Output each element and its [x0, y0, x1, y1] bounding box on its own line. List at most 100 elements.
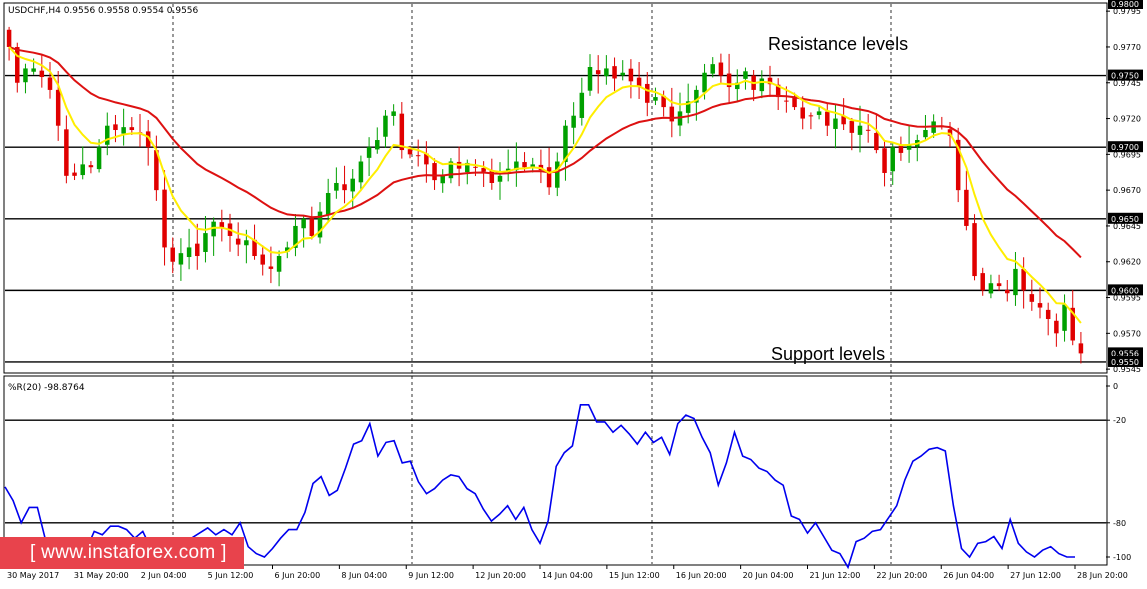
candle-body: [890, 147, 895, 172]
price-level-badge-label: 0.9650: [1111, 215, 1139, 224]
candle-body: [816, 111, 822, 115]
candle-body: [980, 273, 985, 291]
candle-body: [1062, 304, 1067, 331]
wpr-tick-label: -80: [1113, 519, 1126, 528]
wpr-tick-label: -20: [1113, 416, 1126, 425]
candle-body: [72, 172, 77, 176]
candle-body: [1005, 289, 1010, 294]
candle-body: [988, 283, 994, 294]
candle-body: [219, 222, 225, 228]
price-tick-label: 0.9620: [1113, 258, 1141, 267]
candle-body: [882, 148, 887, 173]
price-level-badge-label: 0.9800: [1111, 0, 1139, 9]
candle-body: [47, 77, 53, 90]
time-tick-label: 30 May 2017: [7, 571, 59, 580]
candle-body: [546, 167, 552, 188]
candle-body: [383, 115, 388, 137]
candle-body: [358, 161, 364, 183]
chart-canvas: 0.97950.97700.97450.97200.96950.96700.96…: [3, 0, 1143, 580]
candle-body: [121, 127, 126, 134]
candle-body: [833, 118, 838, 129]
time-tick-label: 22 Jun 20:00: [876, 571, 927, 580]
candle-body: [972, 223, 977, 277]
candle-body: [808, 115, 814, 117]
symbol-label: USDCHF,H4: [8, 6, 61, 16]
candle-body: [276, 256, 282, 272]
price-axis: 0.97950.97700.97450.97200.96950.96700.96…: [1106, 0, 1143, 374]
candle-body: [653, 97, 658, 101]
price-level-badge-label: 0.9750: [1111, 72, 1139, 81]
candle-body: [1045, 309, 1051, 320]
candle-body: [235, 238, 241, 245]
price-level-badge-label: 0.9550: [1111, 358, 1139, 367]
wpr-tick-label: 0: [1113, 382, 1118, 391]
candle-body: [178, 253, 184, 265]
time-tick-label: 8 Jun 04:00: [341, 571, 387, 580]
candle-body: [113, 124, 118, 131]
time-tick-label: 5 Jun 12:00: [208, 571, 254, 580]
time-tick-label: 9 Jun 12:00: [408, 571, 454, 580]
time-tick-label: 28 Jun 20:00: [1077, 571, 1128, 580]
candle-body: [579, 92, 585, 118]
usdchf-h4-chart-window: 0.9795 0.9770 0.9745 0.9720 0.9695 0.9670 0.96…: [0, 0, 1147, 585]
symbol-header: USDCHF,H4 0.9556 0.9558 0.9554 0.9556: [8, 6, 199, 16]
candle-body: [375, 140, 380, 150]
price-level-badge-label: 0.9700: [1111, 143, 1139, 152]
candle-body: [96, 147, 102, 170]
price-tick-label: 0.9720: [1113, 115, 1141, 124]
candle-body: [260, 254, 265, 265]
candle-body: [645, 83, 650, 103]
candle-body: [702, 72, 707, 93]
candle-body: [415, 155, 421, 157]
candle-body: [497, 175, 503, 182]
candle-body: [710, 64, 715, 74]
candle-body: [105, 125, 110, 145]
candle-body: [301, 218, 306, 229]
candle-body: [964, 189, 969, 226]
candle-body: [620, 72, 625, 76]
candle-body: [1013, 268, 1018, 296]
time-tick-label: 26 Jun 04:00: [943, 571, 994, 580]
candle-body: [669, 106, 675, 122]
candle-body: [129, 127, 135, 131]
time-tick-label: 27 Jun 12:00: [1010, 571, 1061, 580]
time-tick-label: 16 Jun 20:00: [676, 571, 727, 580]
candle-body: [759, 78, 765, 92]
candle-body: [587, 67, 593, 91]
candle-body: [391, 111, 396, 116]
time-tick-label: 12 Jun 20:00: [475, 571, 526, 580]
candle-body: [440, 175, 445, 184]
candle-body: [432, 163, 437, 181]
candle-body: [1078, 343, 1084, 354]
candle-body: [784, 100, 789, 102]
indicator-label: %R(20) -98.8764: [8, 383, 85, 393]
candle-body: [473, 166, 478, 168]
time-tick-label: 20 Jun 04:00: [743, 571, 794, 580]
candle-body: [800, 107, 805, 119]
candle-body: [743, 71, 748, 79]
candle-body: [6, 29, 12, 47]
candle-body: [825, 111, 830, 126]
candle-body: [849, 120, 855, 133]
candle-body: [23, 68, 28, 83]
price-tick-label: 0.9570: [1113, 329, 1141, 338]
time-tick-label: 21 Jun 12:00: [810, 571, 861, 580]
time-tick-label: 6 Jun 20:00: [275, 571, 321, 580]
candle-body: [15, 47, 20, 83]
candle-body: [522, 162, 527, 168]
candle-body: [162, 189, 167, 248]
candle-body: [1021, 269, 1026, 291]
candle-body: [31, 68, 36, 72]
price-level-badge-label: 0.9600: [1111, 286, 1139, 295]
time-tick-label: 15 Jun 12:00: [609, 571, 660, 580]
candle-body: [407, 149, 413, 155]
candle-body: [923, 130, 928, 138]
candle-body: [55, 89, 61, 126]
candle-body: [628, 68, 634, 82]
price-tick-label: 0.9670: [1113, 186, 1141, 195]
price-tick-label: 0.9770: [1113, 43, 1141, 52]
time-tick-label: 31 May 20:00: [74, 571, 129, 580]
candle-body: [857, 125, 863, 135]
candle-body: [1029, 294, 1035, 302]
candle-body: [718, 62, 724, 76]
